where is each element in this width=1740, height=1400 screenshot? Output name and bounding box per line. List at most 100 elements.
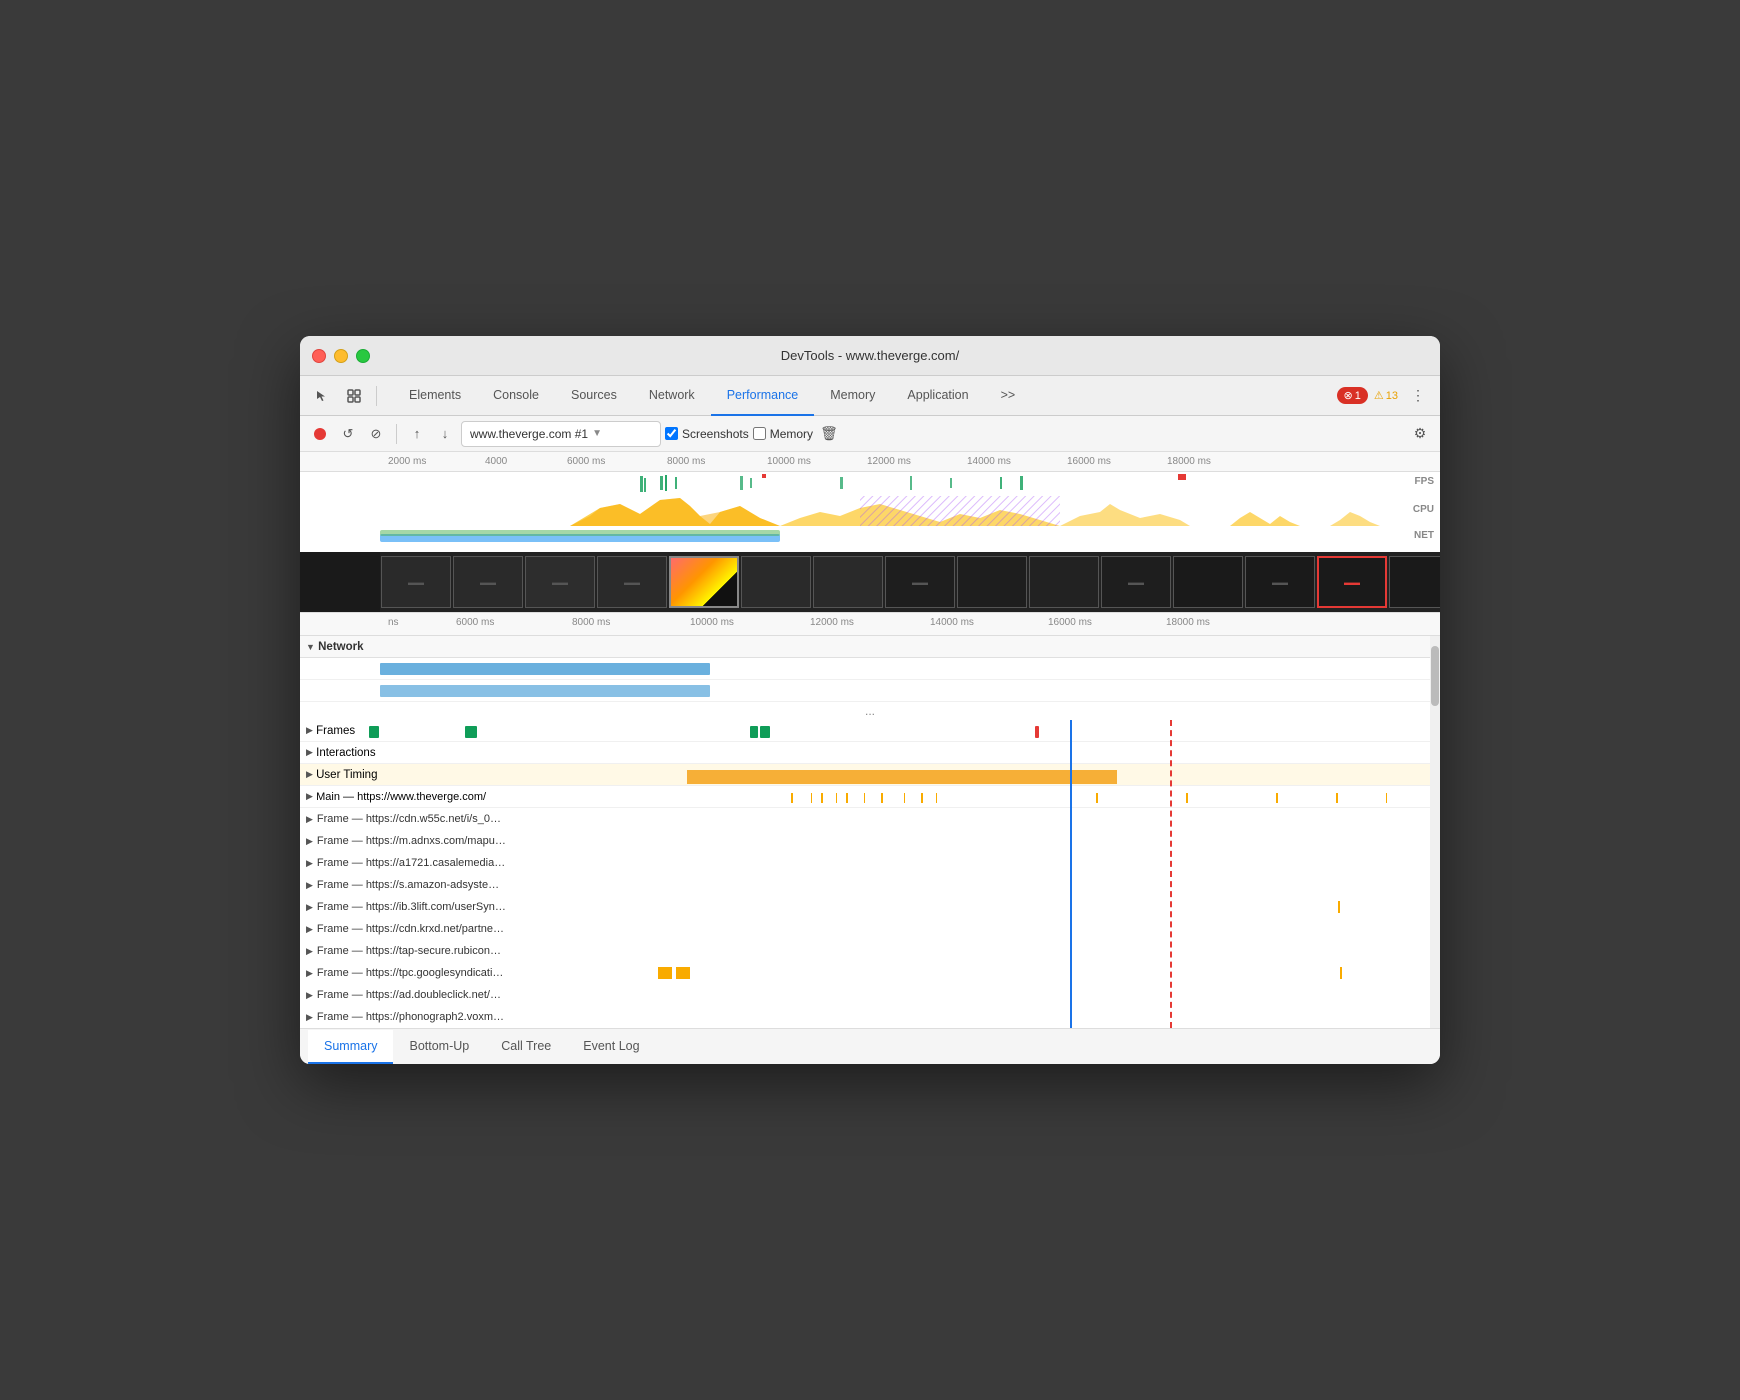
- screenshot-thumb[interactable]: [741, 556, 811, 608]
- inspect-icon[interactable]: [340, 382, 368, 410]
- tick-2000: 2000 ms: [388, 456, 426, 467]
- devtools-window: DevTools - www.theverge.com/ Elements Co…: [300, 336, 1440, 1064]
- timeline-ruler-top: 2000 ms 4000 6000 ms 8000 ms 10000 ms 12…: [300, 452, 1440, 472]
- stop-button[interactable]: ⊘: [364, 422, 388, 446]
- record-button[interactable]: [308, 422, 332, 446]
- fps-label: FPS: [1415, 476, 1434, 487]
- screenshot-thumb[interactable]: ▬▬: [525, 556, 595, 608]
- tab-elements[interactable]: Elements: [393, 376, 477, 416]
- error-badge: ⊗ 1: [1337, 387, 1368, 404]
- traffic-lights: [312, 349, 370, 363]
- screenshot-thumb-colored[interactable]: [669, 556, 739, 608]
- scrollbar-thumb[interactable]: [1431, 646, 1439, 706]
- cursor-icon[interactable]: [308, 382, 336, 410]
- main-bars: [486, 788, 1440, 806]
- tick-18000: 18000 ms: [1167, 456, 1211, 467]
- network-label: Network: [318, 641, 363, 653]
- tab-bottom-up[interactable]: Bottom-Up: [393, 1030, 485, 1064]
- rows-container: ▶ Frames ▶ Interactions ▶ User Timing: [300, 720, 1440, 1028]
- interactions-row[interactable]: ▶ Interactions: [300, 742, 1440, 764]
- url-text: www.theverge.com #1: [470, 427, 588, 441]
- tab-sources[interactable]: Sources: [555, 376, 633, 416]
- ellipsis-row: ...: [300, 702, 1440, 720]
- interactions-label: Interactions: [316, 747, 375, 759]
- frame-row-4[interactable]: ▶ Frame — https://ib.3lift.com/userSync.…: [300, 896, 1440, 918]
- frame-row-6[interactable]: ▶ Frame — https://tap-secure.rubiconproj…: [300, 940, 1440, 962]
- memory-checkbox[interactable]: [753, 427, 766, 440]
- tick2-10000: 10000 ms: [690, 617, 734, 628]
- memory-checkbox-label[interactable]: Memory: [753, 427, 813, 441]
- toolbar: ↺ ⊘ ↑ ↓ www.theverge.com #1 ▼ Screenshot…: [300, 416, 1440, 452]
- screenshot-thumb[interactable]: ▬▬: [885, 556, 955, 608]
- screenshot-thumb[interactable]: [1389, 556, 1440, 608]
- frame-row-9[interactable]: ▶ Frame — https://phonograph2.voxmedia.c…: [300, 1006, 1440, 1028]
- cpu-label: CPU: [1413, 504, 1434, 515]
- screenshots-checkbox-label[interactable]: Screenshots: [665, 427, 749, 441]
- screenshot-thumb[interactable]: ▬▬: [453, 556, 523, 608]
- warn-badge: ⚠ 13: [1374, 389, 1398, 402]
- close-button[interactable]: [312, 349, 326, 363]
- url-dropdown-arrow: ▼: [592, 428, 602, 439]
- more-options-button[interactable]: ⋮: [1404, 382, 1432, 410]
- scrollbar-track: [1430, 636, 1440, 1028]
- tab-more[interactable]: >>: [985, 376, 1032, 416]
- frame-row-2[interactable]: ▶ Frame — https://a1721.casalemedia.com/…: [300, 852, 1440, 874]
- tick2-6000: 6000 ms: [456, 617, 494, 628]
- screenshots-checkbox[interactable]: [665, 427, 678, 440]
- frame-row-3[interactable]: ▶ Frame — https://s.amazon-adsystem.com/…: [300, 874, 1440, 896]
- flame-chart: ▼ Network ... ▶: [300, 636, 1440, 1028]
- screenshot-thumb[interactable]: [957, 556, 1027, 608]
- import-button[interactable]: ↑: [405, 422, 429, 446]
- export-button[interactable]: ↓: [433, 422, 457, 446]
- orange-timing-bar: [687, 770, 1117, 784]
- error-icon: ⊗: [1344, 389, 1353, 402]
- maximize-button[interactable]: [356, 349, 370, 363]
- screenshot-thumb-red[interactable]: ▬▬: [1317, 556, 1387, 608]
- window-title: DevTools - www.theverge.com/: [781, 348, 959, 363]
- screenshot-thumb[interactable]: [1029, 556, 1099, 608]
- screenshot-thumb[interactable]: ▬▬: [381, 556, 451, 608]
- user-timing-row[interactable]: ▶ User Timing: [300, 764, 1440, 786]
- tab-call-tree[interactable]: Call Tree: [485, 1030, 567, 1064]
- network-collapse-icon: ▼: [306, 642, 315, 652]
- tab-network[interactable]: Network: [633, 376, 711, 416]
- frame-row-7[interactable]: ▶ Frame — https://tpc.googlesyndication.…: [300, 962, 1440, 984]
- frames-label: Frames: [316, 725, 355, 737]
- screenshot-thumb[interactable]: ▬▬: [1245, 556, 1315, 608]
- top-nav: Elements Console Sources Network Perform…: [300, 376, 1440, 416]
- clear-button[interactable]: 🗑: [817, 422, 841, 446]
- reload-button[interactable]: ↺: [336, 422, 360, 446]
- bottom-tabs: Summary Bottom-Up Call Tree Event Log: [300, 1028, 1440, 1064]
- tab-memory[interactable]: Memory: [814, 376, 891, 416]
- tab-event-log[interactable]: Event Log: [567, 1030, 655, 1064]
- tick2-16000: 16000 ms: [1048, 617, 1092, 628]
- tab-console[interactable]: Console: [477, 376, 555, 416]
- network-section-header[interactable]: ▼ Network: [300, 636, 1440, 658]
- tick2-8000: 8000 ms: [572, 617, 610, 628]
- tab-application[interactable]: Application: [891, 376, 984, 416]
- tick-14000: 14000 ms: [967, 456, 1011, 467]
- frame-row-8[interactable]: ▶ Frame — https://ad.doubleclick.net/ddm…: [300, 984, 1440, 1006]
- fps-cpu-net-area: FPS CPU NET: [300, 472, 1440, 552]
- frame-row-5[interactable]: ▶ Frame — https://cdn.krxd.net/partnerjs…: [300, 918, 1440, 940]
- minimize-button[interactable]: [334, 349, 348, 363]
- main-row[interactable]: ▶ Main — https://www.theverge.com/: [300, 786, 1440, 808]
- screenshot-thumb[interactable]: ▬▬: [1101, 556, 1171, 608]
- tick-10000: 10000 ms: [767, 456, 811, 467]
- frame-row-0[interactable]: ▶ Frame — https://cdn.w55c.net/i/s_0RB7U…: [300, 808, 1440, 830]
- frames-bars: [355, 722, 1440, 740]
- tab-summary[interactable]: Summary: [308, 1030, 393, 1064]
- warn-count: 13: [1386, 390, 1398, 402]
- screenshot-thumb[interactable]: [1173, 556, 1243, 608]
- tick-8000: 8000 ms: [667, 456, 705, 467]
- screenshot-thumb[interactable]: [813, 556, 883, 608]
- screenshot-thumb[interactable]: ▬▬: [597, 556, 667, 608]
- tab-performance[interactable]: Performance: [711, 376, 815, 416]
- net-label: NET: [1414, 530, 1434, 541]
- frames-row[interactable]: ▶ Frames: [300, 720, 1440, 742]
- tick2-14000: 14000 ms: [930, 617, 974, 628]
- frame-row-1[interactable]: ▶ Frame — https://m.adnxs.com/mapuid?mem…: [300, 830, 1440, 852]
- title-bar: DevTools - www.theverge.com/: [300, 336, 1440, 376]
- url-selector[interactable]: www.theverge.com #1 ▼: [461, 421, 661, 447]
- settings-button[interactable]: ⚙: [1408, 422, 1432, 446]
